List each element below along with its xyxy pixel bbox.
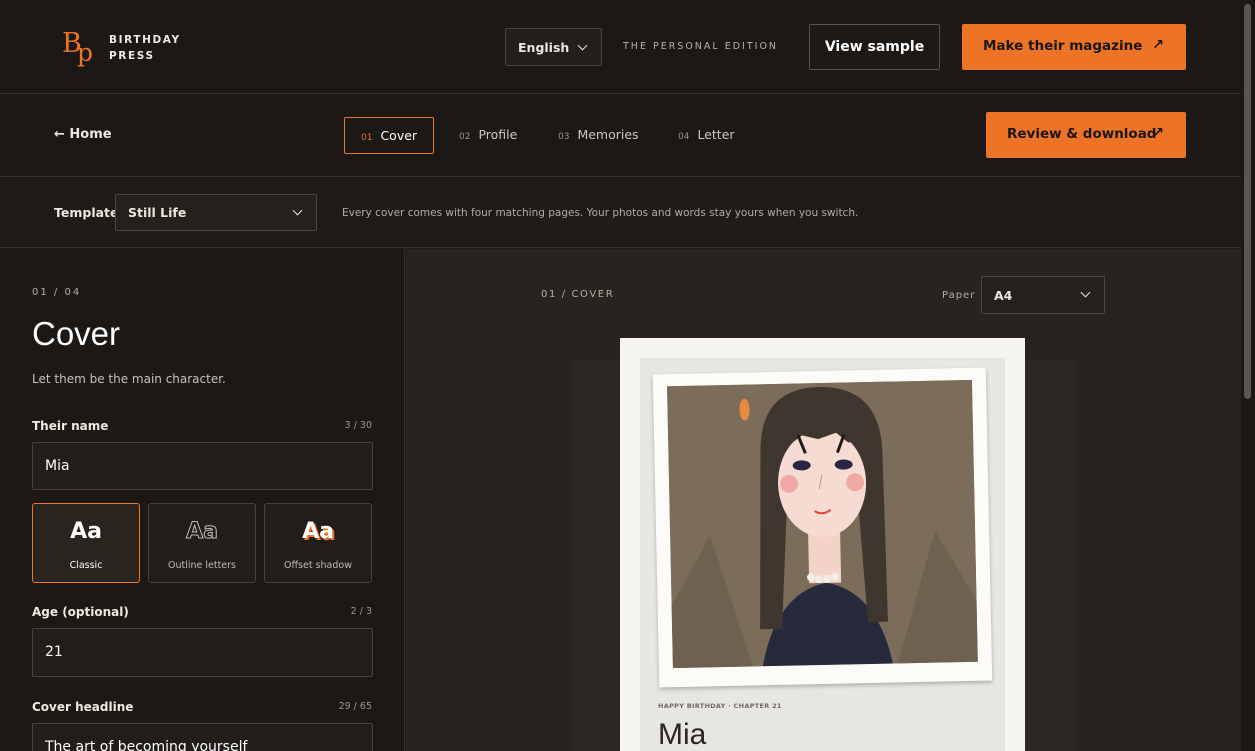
step-number: 04 bbox=[678, 132, 690, 142]
headline-label: Cover headline bbox=[32, 700, 134, 714]
brand-name[interactable]: BIRTHDAY PRESS bbox=[109, 32, 181, 64]
step-number: 02 bbox=[459, 132, 471, 142]
page-title: Cover bbox=[32, 315, 121, 352]
style-outline-option[interactable]: Aa Outline letters bbox=[148, 503, 256, 583]
make-magazine-label: Make their magazine bbox=[983, 38, 1143, 54]
tab-letter[interactable]: 04 Letter bbox=[678, 117, 735, 154]
review-download-label: Review & download bbox=[1007, 126, 1157, 142]
logo-icon[interactable]: B p bbox=[60, 28, 98, 70]
style-glyph: Aa bbox=[70, 519, 102, 544]
paper-label: Paper bbox=[942, 290, 976, 301]
paper-select[interactable]: A4 bbox=[981, 276, 1105, 314]
cover-form-panel: 01 / 04 Cover Let them be the main chara… bbox=[0, 249, 405, 751]
scrollbar[interactable] bbox=[1241, 0, 1255, 751]
language-value: English bbox=[518, 40, 570, 55]
view-sample-button[interactable]: View sample bbox=[809, 24, 940, 70]
style-offset-shadow-option[interactable]: Aa Offset shadow bbox=[264, 503, 372, 583]
headline-input[interactable]: The art of becoming yourself bbox=[32, 723, 373, 751]
template-label: Template bbox=[54, 205, 119, 220]
page-inner: HAPPY BIRTHDAY · CHAPTER 21 Mia bbox=[640, 358, 1005, 751]
paper-value: A4 bbox=[994, 288, 1013, 303]
preview-counter: 01 / COVER bbox=[541, 289, 615, 300]
logo-letter-p: p bbox=[77, 38, 94, 67]
step-label: Letter bbox=[697, 127, 735, 142]
style-glyph: Aa bbox=[186, 519, 219, 545]
cover-name: Mia bbox=[658, 718, 707, 751]
template-select[interactable]: Still Life bbox=[115, 194, 317, 231]
age-input[interactable]: 21 bbox=[32, 628, 373, 677]
template-bar: Template Still Life Every cover comes wi… bbox=[0, 178, 1241, 248]
step-label: Memories bbox=[577, 127, 639, 142]
language-select[interactable]: English bbox=[505, 28, 602, 66]
style-label: Offset shadow bbox=[284, 560, 352, 571]
headline-char-count: 29 / 65 bbox=[338, 701, 372, 712]
step-number: 03 bbox=[558, 132, 570, 142]
step-number: 01 bbox=[361, 133, 373, 143]
tab-profile[interactable]: 02 Profile bbox=[459, 117, 517, 154]
name-char-count: 3 / 30 bbox=[344, 420, 372, 431]
arrow-up-right-icon: ↗ bbox=[1152, 37, 1164, 53]
step-counter: 01 / 04 bbox=[32, 287, 82, 298]
step-label: Cover bbox=[380, 128, 418, 143]
brand-line-2: PRESS bbox=[109, 50, 155, 62]
cover-preview: 01 / COVER Paper A4 HAPPY BIRTHDAY · CHA… bbox=[406, 249, 1241, 751]
cover-kicker: HAPPY BIRTHDAY · CHAPTER 21 bbox=[658, 702, 782, 710]
scrollbar-thumb[interactable] bbox=[1244, 4, 1251, 399]
home-link[interactable]: ← Home bbox=[54, 127, 112, 142]
portrait-illustration[interactable] bbox=[667, 379, 978, 669]
brand-line-1: BIRTHDAY bbox=[109, 34, 181, 46]
name-label: Their name bbox=[32, 419, 109, 433]
age-label: Age (optional) bbox=[32, 605, 129, 619]
edition-label: THE PERSONAL EDITION bbox=[623, 41, 779, 52]
portrait-image bbox=[667, 379, 978, 669]
style-classic-option[interactable]: Aa Classic bbox=[32, 503, 140, 583]
chevron-down-icon bbox=[577, 40, 588, 51]
tab-memories[interactable]: 03 Memories bbox=[558, 117, 639, 154]
make-magazine-button[interactable]: Make their magazine ↗ bbox=[962, 24, 1186, 70]
magazine-page: HAPPY BIRTHDAY · CHAPTER 21 Mia bbox=[620, 338, 1025, 751]
style-glyph: Aa bbox=[302, 519, 334, 544]
style-label: Outline letters bbox=[167, 560, 237, 571]
age-char-count: 2 / 3 bbox=[350, 606, 372, 617]
polaroid-frame bbox=[652, 367, 993, 688]
step-label: Profile bbox=[478, 127, 518, 142]
chevron-down-icon bbox=[1080, 287, 1091, 298]
arrow-up-right-icon: ↗ bbox=[1152, 125, 1164, 141]
chevron-down-icon bbox=[292, 205, 303, 216]
template-hint: Every cover comes with four matching pag… bbox=[342, 207, 859, 219]
name-input[interactable]: Mia bbox=[32, 442, 373, 490]
review-download-button[interactable]: Review & download ↗ bbox=[986, 112, 1186, 158]
style-label: Classic bbox=[69, 560, 103, 571]
top-bar: B p BIRTHDAY PRESS English THE PERSONAL … bbox=[0, 0, 1241, 94]
page-subtitle: Let them be the main character. bbox=[32, 372, 226, 386]
tab-cover[interactable]: 01 Cover bbox=[344, 117, 434, 154]
template-value: Still Life bbox=[128, 205, 187, 220]
